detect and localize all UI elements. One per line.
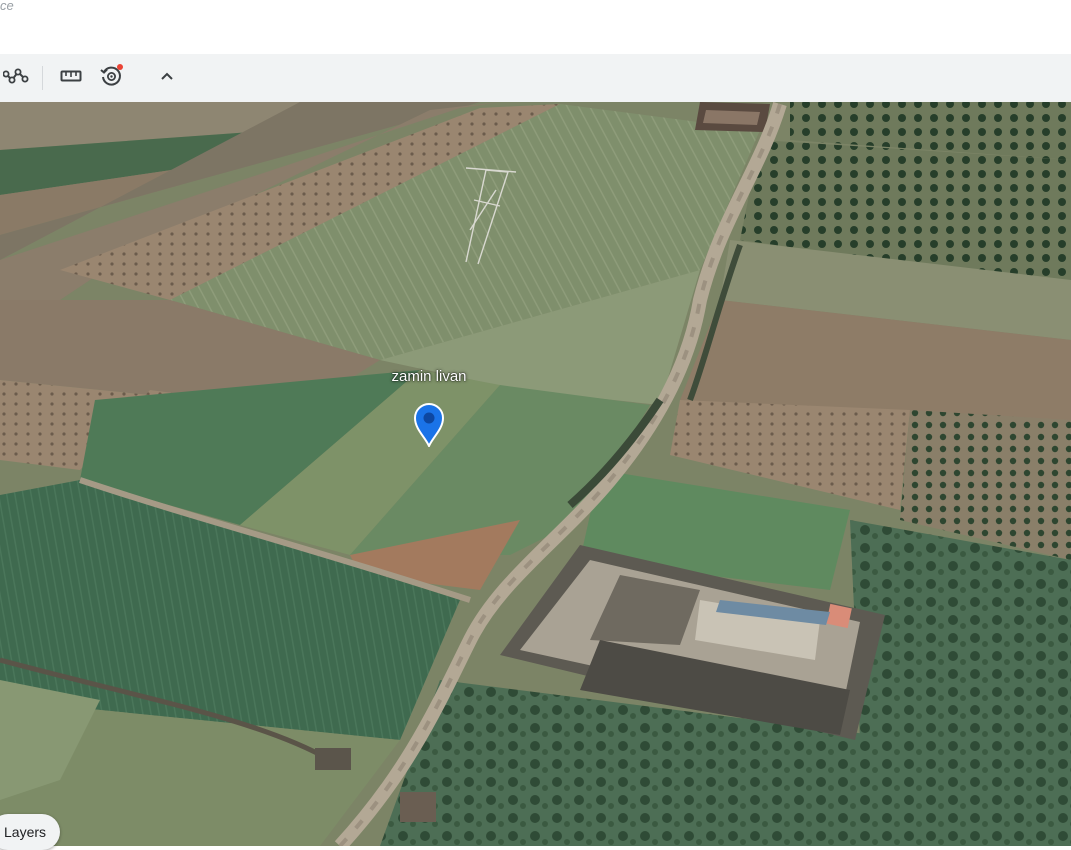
toolbar-divider bbox=[42, 66, 43, 90]
chevron-up-icon bbox=[159, 69, 175, 87]
notification-dot bbox=[117, 64, 123, 70]
measure-distance-button[interactable] bbox=[55, 62, 87, 94]
ruler-icon bbox=[60, 69, 82, 88]
place-label: zamin livan bbox=[391, 368, 467, 385]
path-measure-icon bbox=[2, 67, 29, 90]
search-area: ce bbox=[0, 0, 1071, 54]
map-pin-icon bbox=[412, 401, 446, 447]
layers-label: Layers bbox=[4, 824, 47, 840]
location-pin[interactable] bbox=[412, 401, 446, 447]
collapse-toolbar-button[interactable] bbox=[151, 62, 183, 94]
map-toolbar bbox=[0, 54, 1071, 103]
satellite-map-view[interactable]: zamin livan bbox=[0, 102, 1071, 846]
search-text-fragment: ce bbox=[0, 0, 14, 13]
path-measure-button[interactable] bbox=[0, 62, 32, 94]
layers-button[interactable]: Layers bbox=[0, 814, 61, 850]
satellite-imagery bbox=[0, 102, 1071, 846]
historical-imagery-button[interactable] bbox=[95, 62, 127, 94]
